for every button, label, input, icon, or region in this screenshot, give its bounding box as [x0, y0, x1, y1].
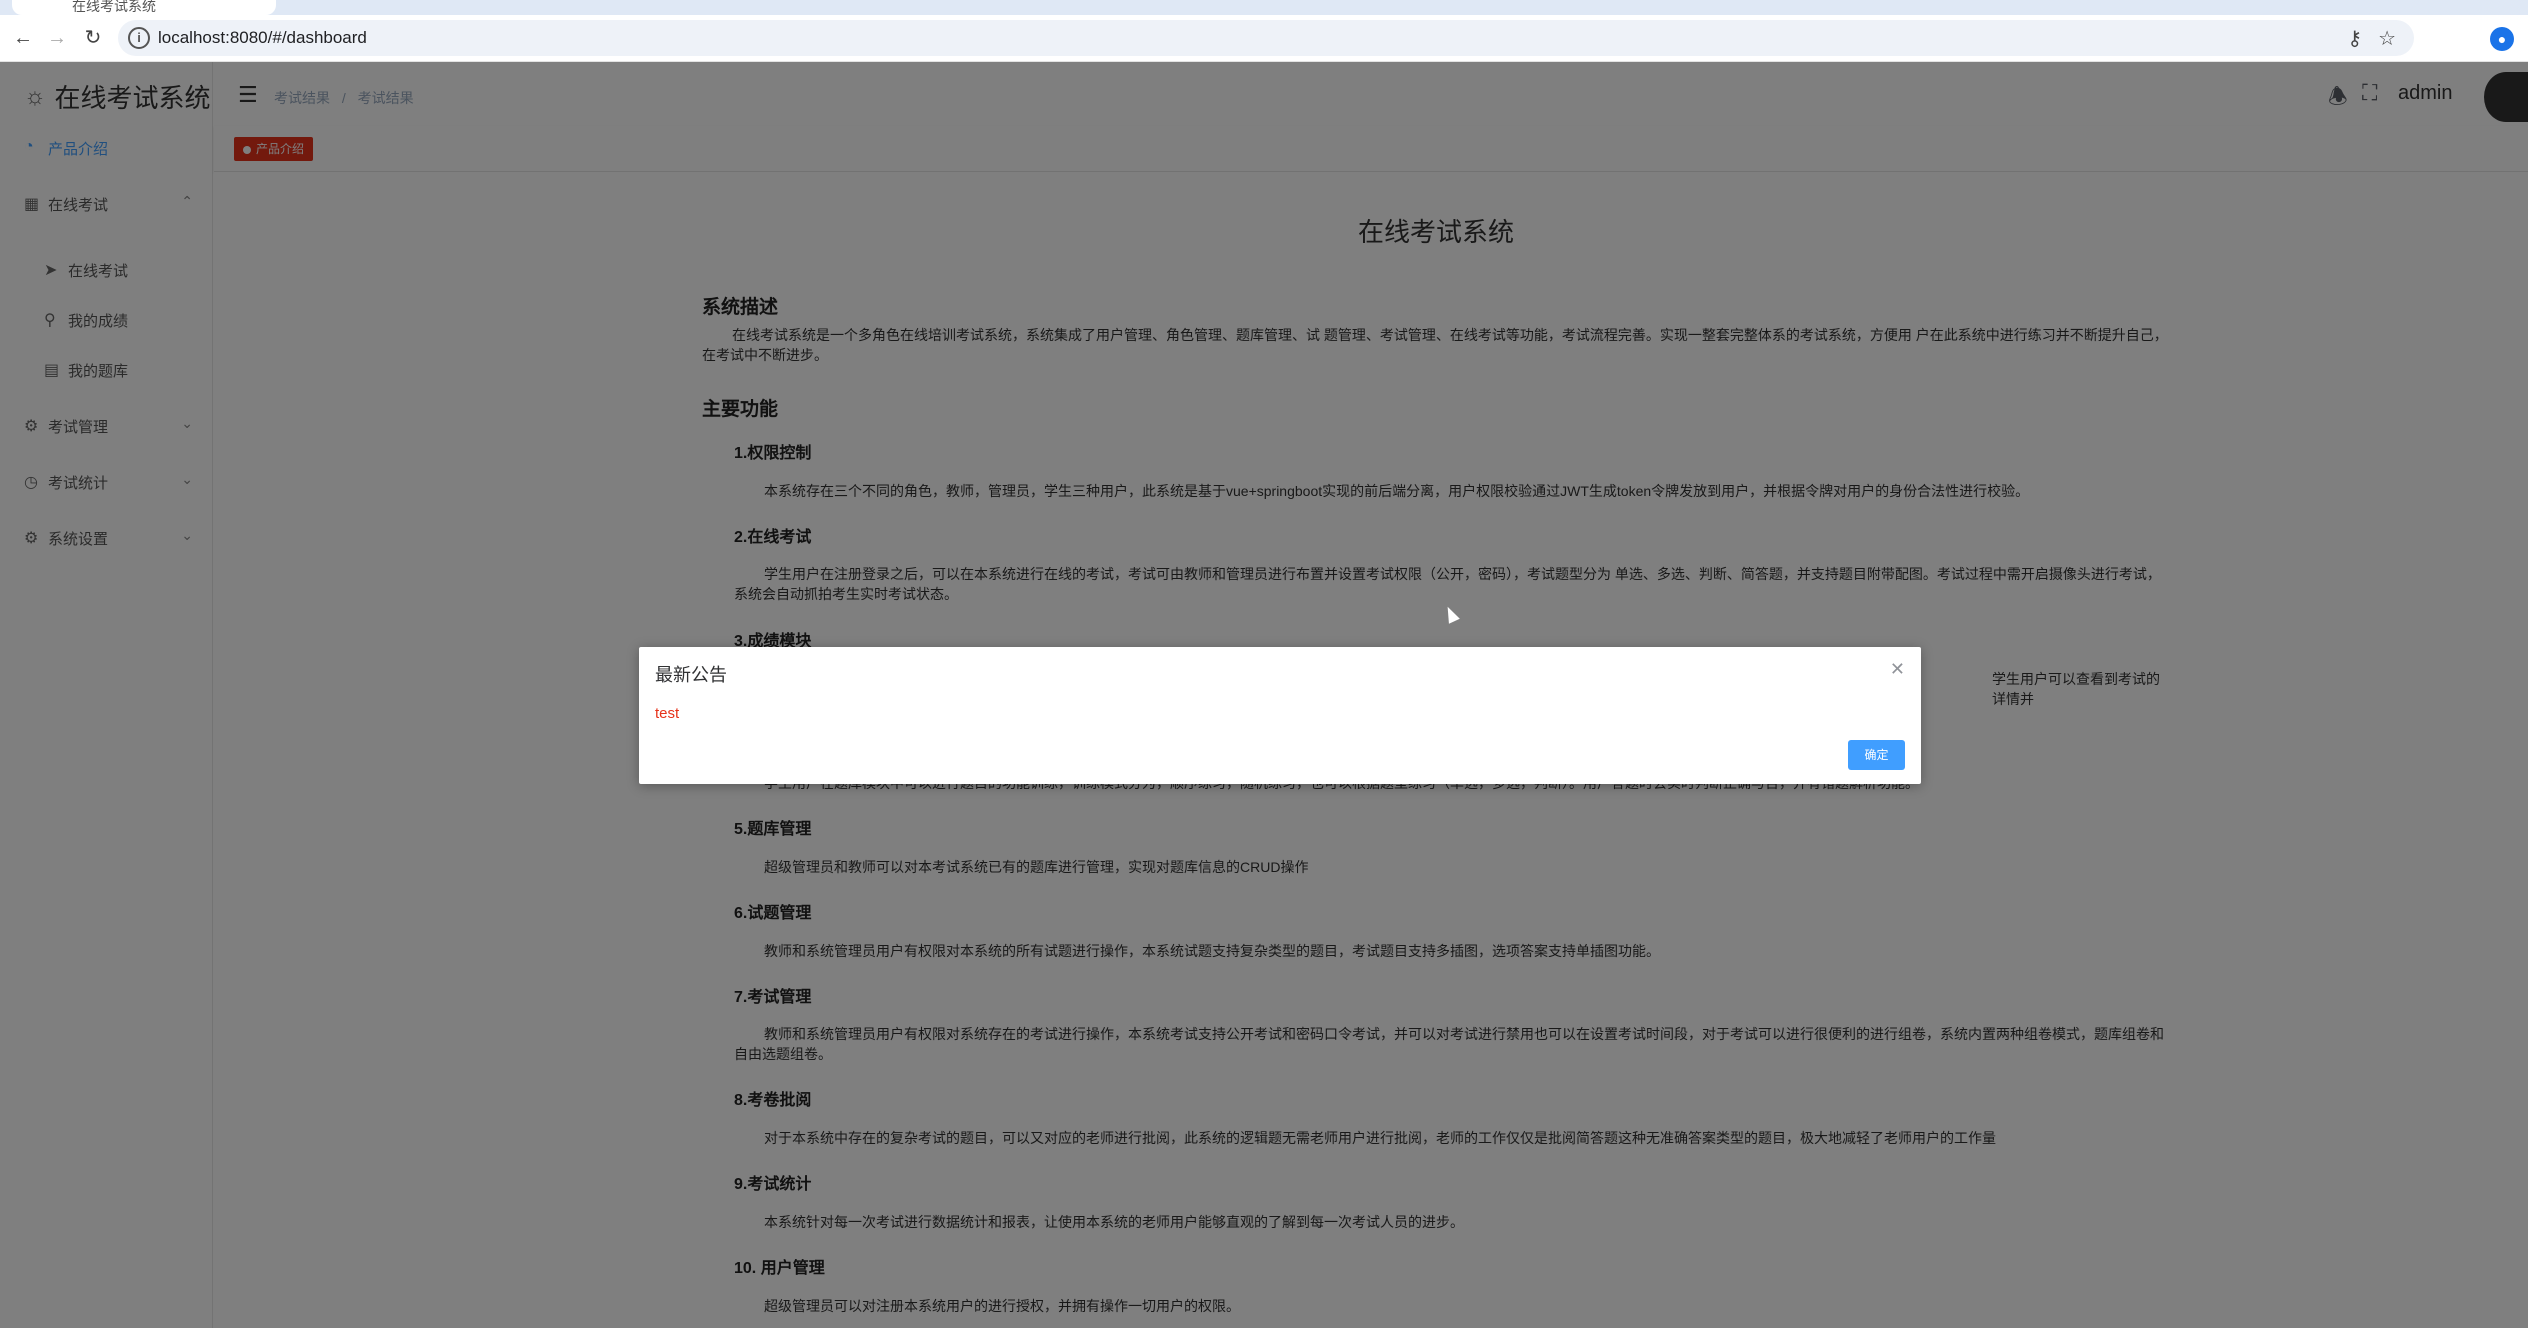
browser-tab[interactable]: 在线考试系统: [12, 0, 276, 15]
browser-toolbar: ← → ↻ i localhost:8080/#/dashboard ⚷ ☆ ●: [0, 15, 2528, 62]
announcement-dialog: 最新公告 ✕ test 确定: [639, 647, 1921, 784]
dialog-title: 最新公告: [655, 665, 727, 685]
site-info-icon[interactable]: i: [128, 27, 150, 49]
key-icon[interactable]: ⚷: [2347, 26, 2362, 51]
close-icon[interactable]: ✕: [1890, 659, 1905, 680]
dialog-body: test: [655, 705, 680, 722]
address-bar[interactable]: i localhost:8080/#/dashboard ⚷ ☆: [118, 20, 2414, 56]
confirm-button[interactable]: 确定: [1848, 740, 1905, 770]
reload-icon[interactable]: ↻: [80, 25, 106, 51]
profile-icon[interactable]: ●: [2490, 27, 2514, 51]
browser-tab-title: 在线考试系统: [72, 0, 156, 14]
star-icon[interactable]: ☆: [2378, 26, 2396, 51]
back-icon[interactable]: ←: [10, 25, 36, 51]
address-url[interactable]: localhost:8080/#/dashboard: [158, 28, 367, 48]
forward-icon[interactable]: →: [44, 25, 70, 51]
browser-tabstrip: 在线考试系统: [0, 0, 2528, 15]
